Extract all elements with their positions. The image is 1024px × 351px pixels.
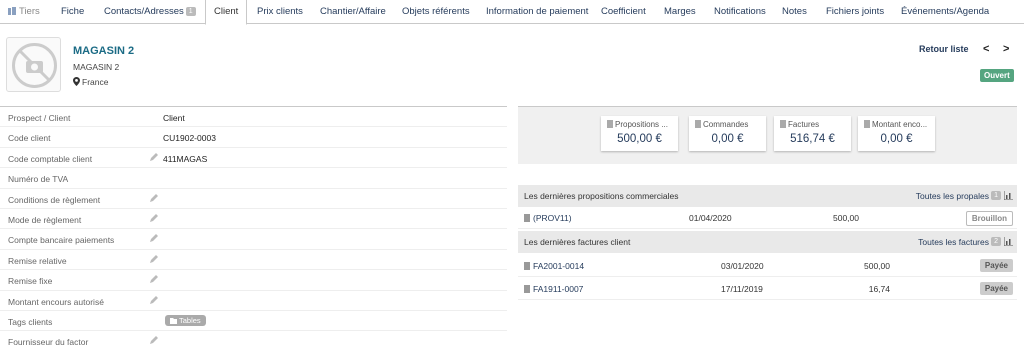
contacts-count-badge: 1: [185, 7, 196, 16]
back-to-list-link[interactable]: Retour liste: [919, 44, 969, 54]
edit-pencil-icon[interactable]: [150, 213, 158, 222]
stat-box-propositions[interactable]: Propositions ... 500,00 €: [601, 116, 678, 151]
stats-chart-icon[interactable]: [1004, 191, 1013, 200]
edit-pencil-icon[interactable]: [150, 295, 158, 304]
map-marker-icon: [73, 77, 80, 86]
folder-icon: [170, 317, 177, 324]
document-icon: [695, 120, 701, 128]
tab-notes[interactable]: Notes: [782, 0, 807, 24]
stats-chart-icon[interactable]: [1004, 237, 1013, 246]
tab-prix-clients[interactable]: Prix clients: [257, 0, 303, 24]
tab-evenements[interactable]: Événements/Agenda: [901, 0, 989, 24]
stat-box-commandes[interactable]: Commandes 0,00 €: [689, 116, 766, 151]
field-row: Remise relative: [0, 250, 507, 271]
field-row: Numéro de TVA: [0, 168, 507, 189]
tag-badge[interactable]: Tables: [165, 314, 206, 326]
tab-notifications[interactable]: Notifications: [714, 0, 766, 24]
tab-fiche[interactable]: Fiche: [61, 0, 84, 24]
document-icon: [524, 262, 530, 270]
tab-paiement[interactable]: Information de paiement: [486, 0, 588, 24]
edit-pencil-icon[interactable]: [150, 193, 158, 202]
status-badge: Payée: [979, 259, 1013, 272]
next-record-button[interactable]: >: [1003, 43, 1009, 55]
document-icon: [864, 120, 870, 128]
building-icon: [8, 7, 16, 15]
field-row: Code comptable client 411MAGAS: [0, 148, 507, 169]
field-row: Compte bancaire paiements: [0, 229, 507, 250]
tab-chantier[interactable]: Chantier/Affaire: [320, 0, 386, 24]
invoices-count-badge: 2: [991, 237, 1001, 246]
thirdparty-country: France: [73, 77, 108, 87]
tab-bar: Tiers Fiche Contacts/Adresses 1 Client Pr…: [0, 0, 1024, 25]
tab-coefficient[interactable]: Coefficient: [601, 0, 646, 24]
field-row: Mode de règlement: [0, 209, 507, 230]
document-icon: [524, 214, 530, 222]
tab-contacts[interactable]: Contacts/Adresses 1: [104, 0, 196, 24]
status-badge: Ouvert: [980, 69, 1014, 82]
field-row: Code client CU1902-0003: [0, 127, 507, 148]
document-icon: [780, 120, 786, 128]
customer-fields-table: Prospect / Client Client Code client CU190…: [0, 107, 507, 351]
no-photo-icon: [12, 43, 57, 88]
stats-panel: Propositions ... 500,00 € Commandes 0,00 €…: [518, 107, 1017, 164]
edit-pencil-icon[interactable]: [150, 152, 158, 161]
invoice-row[interactable]: FA1911-0007 17/11/2019 16,74 Payée: [518, 278, 1017, 300]
edit-pencil-icon[interactable]: [150, 254, 158, 263]
proposals-count-badge: 1: [991, 191, 1001, 200]
tab-objets[interactable]: Objets référents: [402, 0, 470, 24]
previous-record-button[interactable]: <: [983, 43, 989, 55]
stat-box-encours[interactable]: Montant enco... 0,00 €: [858, 116, 935, 151]
edit-pencil-icon[interactable]: [150, 336, 158, 345]
thirdparty-subname: MAGASIN 2: [73, 62, 120, 72]
no-photo-avatar: [6, 37, 61, 92]
edit-pencil-icon[interactable]: [150, 275, 158, 284]
tab-fichiers[interactable]: Fichiers joints: [826, 0, 884, 24]
status-badge: Payée: [979, 282, 1013, 295]
field-row: Tags clients Tables: [0, 311, 507, 332]
field-row: Montant encours autorisé: [0, 291, 507, 311]
document-icon: [607, 120, 613, 128]
thirdparty-name: MAGASIN 2: [73, 45, 135, 57]
invoice-row[interactable]: FA2001-0014 03/01/2020 500,00 Payée: [518, 255, 1017, 277]
field-row: Fournisseur du factor: [0, 331, 507, 351]
field-row: Prospect / Client Client: [0, 107, 507, 128]
last-invoices-header: Les dernières factures client Toutes les…: [518, 231, 1017, 253]
last-proposals-header: Les dernières propositions commerciales …: [518, 185, 1017, 207]
edit-pencil-icon[interactable]: [150, 234, 158, 243]
all-invoices-link[interactable]: Toutes les factures: [918, 237, 989, 247]
tab-client[interactable]: Client: [205, 0, 248, 25]
field-row: Remise fixe: [0, 270, 507, 291]
field-row: Conditions de règlement: [0, 189, 507, 209]
proposal-row[interactable]: (PROV11) 01/04/2020 500,00 Brouillon: [518, 207, 1017, 229]
stat-box-factures[interactable]: Factures 516,74 €: [774, 116, 851, 151]
all-proposals-link[interactable]: Toutes les propales: [916, 191, 989, 201]
tab-marges[interactable]: Marges: [664, 0, 696, 24]
tab-tiers[interactable]: Tiers: [8, 0, 40, 24]
document-icon: [524, 285, 530, 293]
status-badge: Brouillon: [965, 211, 1013, 226]
